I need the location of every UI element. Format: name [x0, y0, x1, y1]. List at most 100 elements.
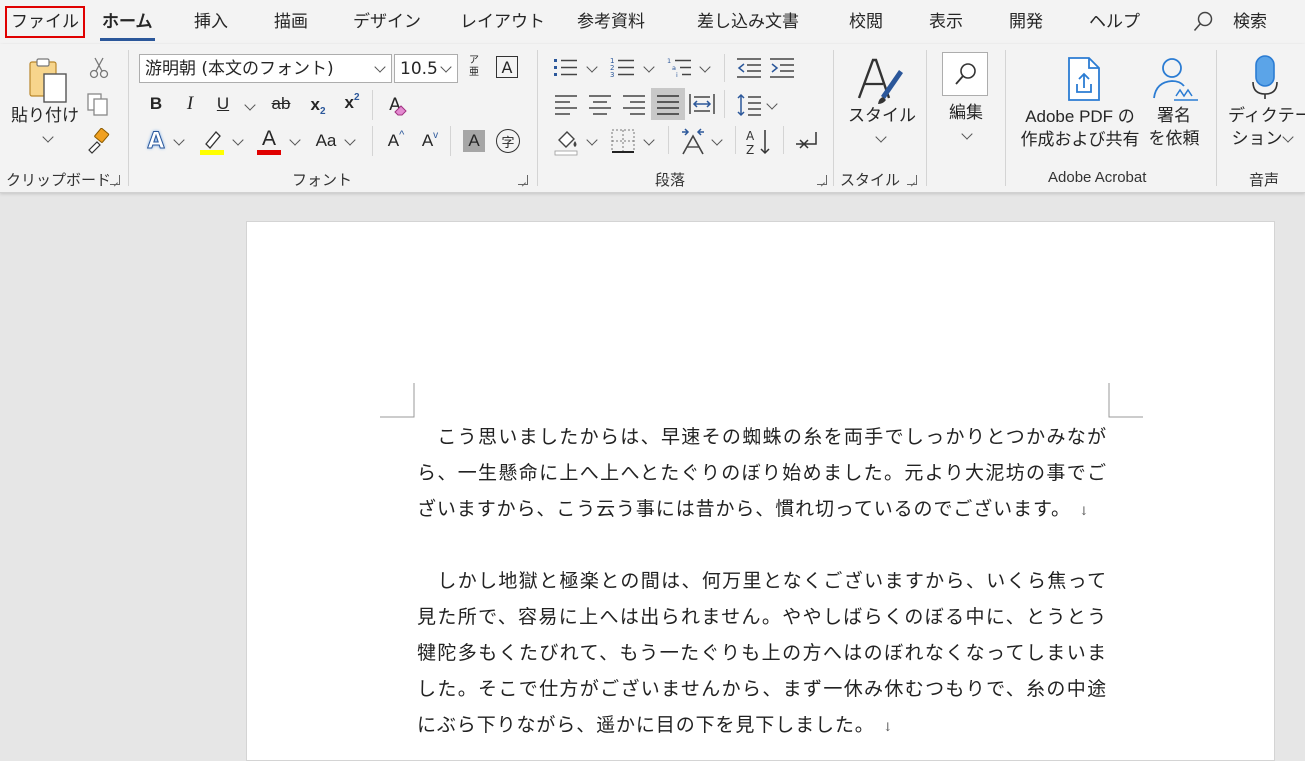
- font-name-combo[interactable]: 游明朝 (本文のフォント): [139, 54, 392, 83]
- tab-search[interactable]: 検索: [1233, 6, 1267, 38]
- font-launcher-icon[interactable]: [518, 175, 528, 185]
- underline-dropdown[interactable]: [244, 99, 256, 111]
- tab-bar: ファイル ホーム 挿入 描画 デザイン レイアウト 参考資料 差し込み文書 校閲…: [0, 0, 1305, 44]
- separator: [372, 90, 373, 120]
- tab-review[interactable]: 校閲: [849, 6, 883, 38]
- tab-layout[interactable]: レイアウト: [460, 6, 545, 38]
- character-shading-button[interactable]: A: [463, 130, 485, 152]
- tab-developer[interactable]: 開発: [1009, 6, 1043, 38]
- align-left-icon[interactable]: [554, 92, 578, 116]
- align-right-icon[interactable]: [622, 92, 646, 116]
- separator: [735, 126, 736, 154]
- shading-icon[interactable]: [554, 128, 580, 156]
- clear-formatting-button[interactable]: A: [382, 92, 408, 118]
- italic-button[interactable]: I: [180, 92, 200, 116]
- numbering-dropdown[interactable]: [643, 61, 655, 73]
- paste-icon[interactable]: [24, 56, 72, 104]
- tab-references[interactable]: 参考資料: [577, 6, 645, 38]
- change-case-dropdown[interactable]: [344, 134, 356, 146]
- document-paragraph-2[interactable]: しかし地獄と極楽との間は、何万里となくございますから、いくら焦って見た所で、容易…: [417, 563, 1107, 745]
- clipboard-launcher-icon[interactable]: [110, 175, 120, 185]
- tab-view[interactable]: 表示: [929, 6, 963, 38]
- justify-button[interactable]: [651, 88, 685, 120]
- highlight-icon[interactable]: [198, 128, 226, 156]
- format-painter-icon[interactable]: [86, 128, 112, 154]
- shrink-font-button[interactable]: Av: [418, 128, 442, 154]
- shading-dropdown[interactable]: [586, 134, 598, 146]
- decrease-indent-icon[interactable]: [736, 56, 762, 80]
- bold-button[interactable]: B: [146, 92, 166, 116]
- strikethrough-button[interactable]: ab: [268, 92, 294, 116]
- search-icon[interactable]: [1193, 11, 1213, 33]
- tab-mailings[interactable]: 差し込み文書: [697, 6, 799, 38]
- paragraph-launcher-icon[interactable]: [817, 175, 827, 185]
- separator: [833, 50, 834, 186]
- request-signature-button[interactable]: 署名 を依頼: [1144, 105, 1204, 151]
- dictate-button[interactable]: ディクテー ション: [1228, 105, 1305, 151]
- tab-draw[interactable]: 描画: [274, 6, 308, 38]
- underline-button[interactable]: U: [213, 92, 233, 116]
- tab-design[interactable]: デザイン: [353, 6, 421, 38]
- text-effects-dropdown[interactable]: [173, 134, 185, 146]
- cut-icon[interactable]: [88, 56, 110, 80]
- document-paragraph-1[interactable]: こう思いましたからは、早速その蜘蛛の糸を両手でしっかりとつかみながら、一生懸命に…: [417, 419, 1107, 529]
- bullets-dropdown[interactable]: [586, 61, 598, 73]
- paragraph-text: こう思いましたからは、早速その蜘蛛の糸を両手でしっかりとつかみながら、一生懸命に…: [417, 426, 1107, 520]
- line-spacing-icon[interactable]: [736, 92, 762, 118]
- numbering-icon[interactable]: 123: [610, 56, 636, 80]
- phonetic-top: ア: [469, 55, 479, 66]
- find-button[interactable]: [942, 52, 988, 96]
- enclose-characters-button[interactable]: 字: [496, 129, 520, 153]
- multilevel-list-icon[interactable]: 1ai: [667, 56, 693, 80]
- subscript-button[interactable]: x2: [306, 92, 330, 118]
- multilevel-dropdown[interactable]: [699, 61, 711, 73]
- pdf-share-button[interactable]: Adobe PDF の 作成および共有: [1012, 105, 1148, 151]
- highlight-dropdown[interactable]: [232, 134, 244, 146]
- paste-button[interactable]: 貼り付け: [10, 105, 80, 128]
- styles-launcher-icon[interactable]: [907, 175, 917, 185]
- separator: [724, 54, 725, 82]
- document-page[interactable]: こう思いましたからは、早速その蜘蛛の糸を両手でしっかりとつかみながら、一生懸命に…: [246, 221, 1275, 761]
- asian-layout-icon[interactable]: [679, 128, 707, 156]
- font-color-swatch: [257, 150, 281, 155]
- request-signature-icon[interactable]: [1150, 56, 1200, 102]
- editing-button[interactable]: 編集: [934, 102, 998, 125]
- borders-dropdown[interactable]: [643, 134, 655, 146]
- tab-insert[interactable]: 挿入: [194, 6, 228, 38]
- align-center-icon[interactable]: [588, 92, 612, 116]
- change-case-button[interactable]: Aa: [311, 128, 341, 154]
- microphone-icon[interactable]: [1250, 54, 1280, 100]
- superscript-label: x: [344, 93, 354, 112]
- tab-file[interactable]: ファイル: [5, 6, 85, 38]
- tab-help[interactable]: ヘルプ: [1089, 6, 1140, 38]
- phonetic-guide-button[interactable]: ア 亜: [463, 52, 485, 82]
- borders-icon[interactable]: [610, 128, 636, 154]
- styles-icon[interactable]: [855, 54, 905, 106]
- paragraph-mark-icon: ↓: [1078, 504, 1090, 518]
- sort-icon[interactable]: A Z: [745, 128, 773, 156]
- tab-home[interactable]: ホーム: [100, 6, 154, 41]
- show-marks-icon[interactable]: [794, 128, 822, 156]
- superscript-button[interactable]: x2: [340, 90, 364, 116]
- margin-corner-top-right: [1108, 383, 1143, 418]
- svg-text:i: i: [676, 71, 678, 79]
- asian-layout-dropdown[interactable]: [711, 134, 723, 146]
- grow-font-button[interactable]: A ^: [384, 128, 408, 154]
- copy-icon[interactable]: [86, 92, 110, 116]
- styles-button[interactable]: スタイル: [848, 105, 916, 128]
- line-spacing-dropdown[interactable]: [766, 98, 778, 110]
- bullets-icon[interactable]: [553, 56, 579, 80]
- paste-dropdown[interactable]: [42, 131, 54, 143]
- editing-dropdown[interactable]: [961, 128, 973, 140]
- text-effects-button[interactable]: A: [143, 128, 169, 154]
- increase-indent-icon[interactable]: [769, 56, 795, 80]
- font-group-label: フォント: [292, 171, 353, 189]
- character-border-button[interactable]: A: [496, 56, 518, 78]
- font-color-dropdown[interactable]: [289, 134, 301, 146]
- pdf-share-icon[interactable]: [1063, 56, 1105, 102]
- distributed-icon[interactable]: [689, 92, 715, 116]
- justify-icon: [657, 95, 679, 115]
- styles-dropdown[interactable]: [875, 131, 887, 143]
- font-color-button[interactable]: A: [256, 126, 282, 152]
- font-size-combo[interactable]: 10.5: [394, 54, 458, 83]
